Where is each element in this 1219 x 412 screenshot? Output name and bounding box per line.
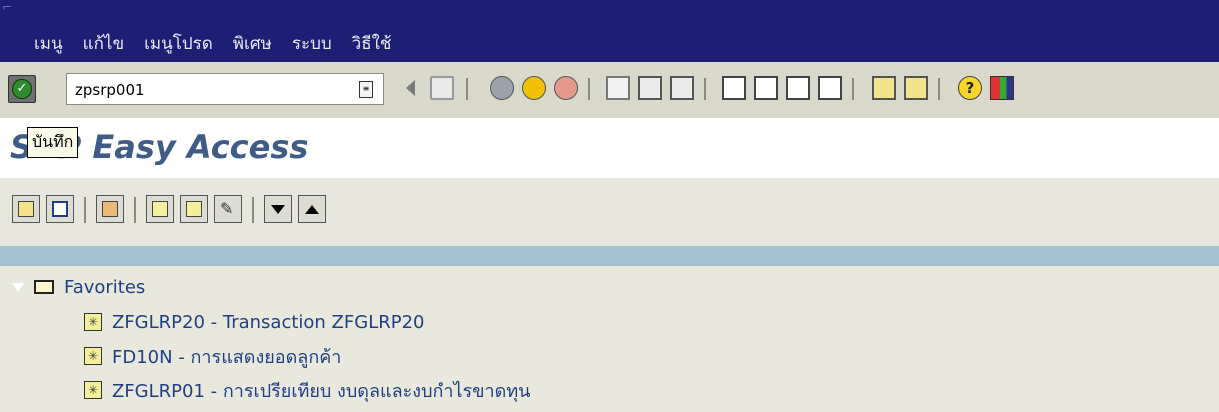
- transaction-icon: ✳: [84, 347, 102, 365]
- help-icon[interactable]: ?: [958, 76, 982, 100]
- previous-page-icon[interactable]: [754, 76, 778, 100]
- tree-item-label: FD10N - การแสดงยอดลูกค้า: [112, 346, 342, 368]
- next-page-icon[interactable]: [786, 76, 810, 100]
- arrow-up-icon: [305, 204, 319, 214]
- user-menu-button[interactable]: [12, 195, 40, 223]
- application-toolbar: ✎: [0, 178, 1219, 246]
- toolbar-separator: [134, 197, 136, 223]
- toolbar-separator: [84, 197, 86, 223]
- save-icon[interactable]: [430, 76, 454, 100]
- tree-item-label: ZFGLRP01 - การเปรียเทียบ งบดุลและงบกำไรข…: [112, 380, 531, 402]
- menu-items: เมนู แก้ไข เมนูโปรด พิเศษ ระบบ วิธีใช้: [34, 30, 411, 57]
- first-page-icon[interactable]: [722, 76, 746, 100]
- change-favorite-button[interactable]: ✎: [214, 195, 242, 223]
- create-session-icon[interactable]: [872, 76, 896, 100]
- pencil-icon: ✎: [220, 199, 234, 218]
- command-history-icon[interactable]: ≡: [359, 81, 373, 98]
- window-corner-icon: ⌐: [2, 0, 13, 14]
- cancel-icon[interactable]: [554, 76, 578, 100]
- favorites-node[interactable]: Favorites: [11, 276, 146, 298]
- sap-menu-button[interactable]: [46, 195, 74, 223]
- back-icon[interactable]: [490, 76, 514, 100]
- menu-tree: Favorites ✳ ZFGLRP20 - Transaction ZFGLR…: [0, 266, 1219, 412]
- menu-bar: ⌐ เมนู แก้ไข เมนูโปรด พิเศษ ระบบ วิธีใช้: [0, 0, 1219, 62]
- toolbar-separator: [588, 78, 590, 100]
- menu-item-favorites[interactable]: เมนูโปรด: [144, 30, 213, 57]
- header-bar: [0, 246, 1219, 266]
- delete-favorite-button[interactable]: [180, 195, 208, 223]
- user-menu-icon: [18, 201, 34, 217]
- expand-triangle-icon[interactable]: [11, 281, 25, 293]
- command-field-value: zpsrp001: [75, 81, 145, 99]
- transaction-icon: ✳: [84, 313, 102, 331]
- menu-item-edit[interactable]: แก้ไข: [83, 30, 124, 57]
- checkmark-icon: ✓: [12, 79, 32, 99]
- create-shortcut-icon[interactable]: [904, 76, 928, 100]
- toolbar-separator: [252, 197, 254, 223]
- transaction-icon: ✳: [84, 381, 102, 399]
- favorites-label: Favorites: [64, 276, 146, 298]
- business-workplace-button[interactable]: [96, 195, 124, 223]
- toolbar-separator: [938, 78, 940, 100]
- sap-menu-icon: [52, 201, 68, 217]
- tree-item-label: ZFGLRP20 - Transaction ZFGLRP20: [112, 311, 425, 333]
- toolbar-separator: [852, 78, 854, 100]
- system-toolbar: ✓ zpsrp001 ≡ ?: [0, 62, 1219, 120]
- arrow-down-icon: [271, 204, 285, 214]
- enter-button[interactable]: ✓: [8, 75, 36, 103]
- layout-menu-icon[interactable]: [990, 76, 1014, 100]
- back-disabled-icon: [400, 76, 424, 100]
- move-down-button[interactable]: [264, 195, 292, 223]
- print-icon[interactable]: [606, 76, 630, 100]
- last-page-icon[interactable]: [818, 76, 842, 100]
- move-up-button[interactable]: [298, 195, 326, 223]
- tree-item[interactable]: ✳ FD10N - การแสดงยอดลูกค้า: [84, 344, 341, 368]
- toolbar-separator: [466, 78, 468, 100]
- find-next-icon[interactable]: [670, 76, 694, 100]
- command-field[interactable]: zpsrp001 ≡: [66, 73, 384, 105]
- exit-icon[interactable]: [522, 76, 546, 100]
- toolbar-separator: [704, 78, 706, 100]
- tree-item[interactable]: ✳ ZFGLRP01 - การเปรียเทียบ งบดุลและงบกำไ…: [84, 378, 531, 402]
- menu-item-extras[interactable]: พิเศษ: [233, 30, 272, 57]
- add-favorite-button[interactable]: [146, 195, 174, 223]
- add-favorite-icon: [152, 201, 168, 217]
- menu-item-system[interactable]: ระบบ: [292, 30, 332, 57]
- delete-favorite-icon: [186, 201, 202, 217]
- folder-icon: [34, 280, 54, 294]
- save-tooltip: บันทึก: [27, 127, 79, 158]
- tree-item[interactable]: ✳ ZFGLRP20 - Transaction ZFGLRP20: [84, 310, 425, 334]
- menu-item-menu[interactable]: เมนู: [34, 30, 63, 57]
- find-icon[interactable]: [638, 76, 662, 100]
- menu-item-help[interactable]: วิธีใช้: [352, 30, 392, 57]
- workplace-icon: [102, 201, 118, 217]
